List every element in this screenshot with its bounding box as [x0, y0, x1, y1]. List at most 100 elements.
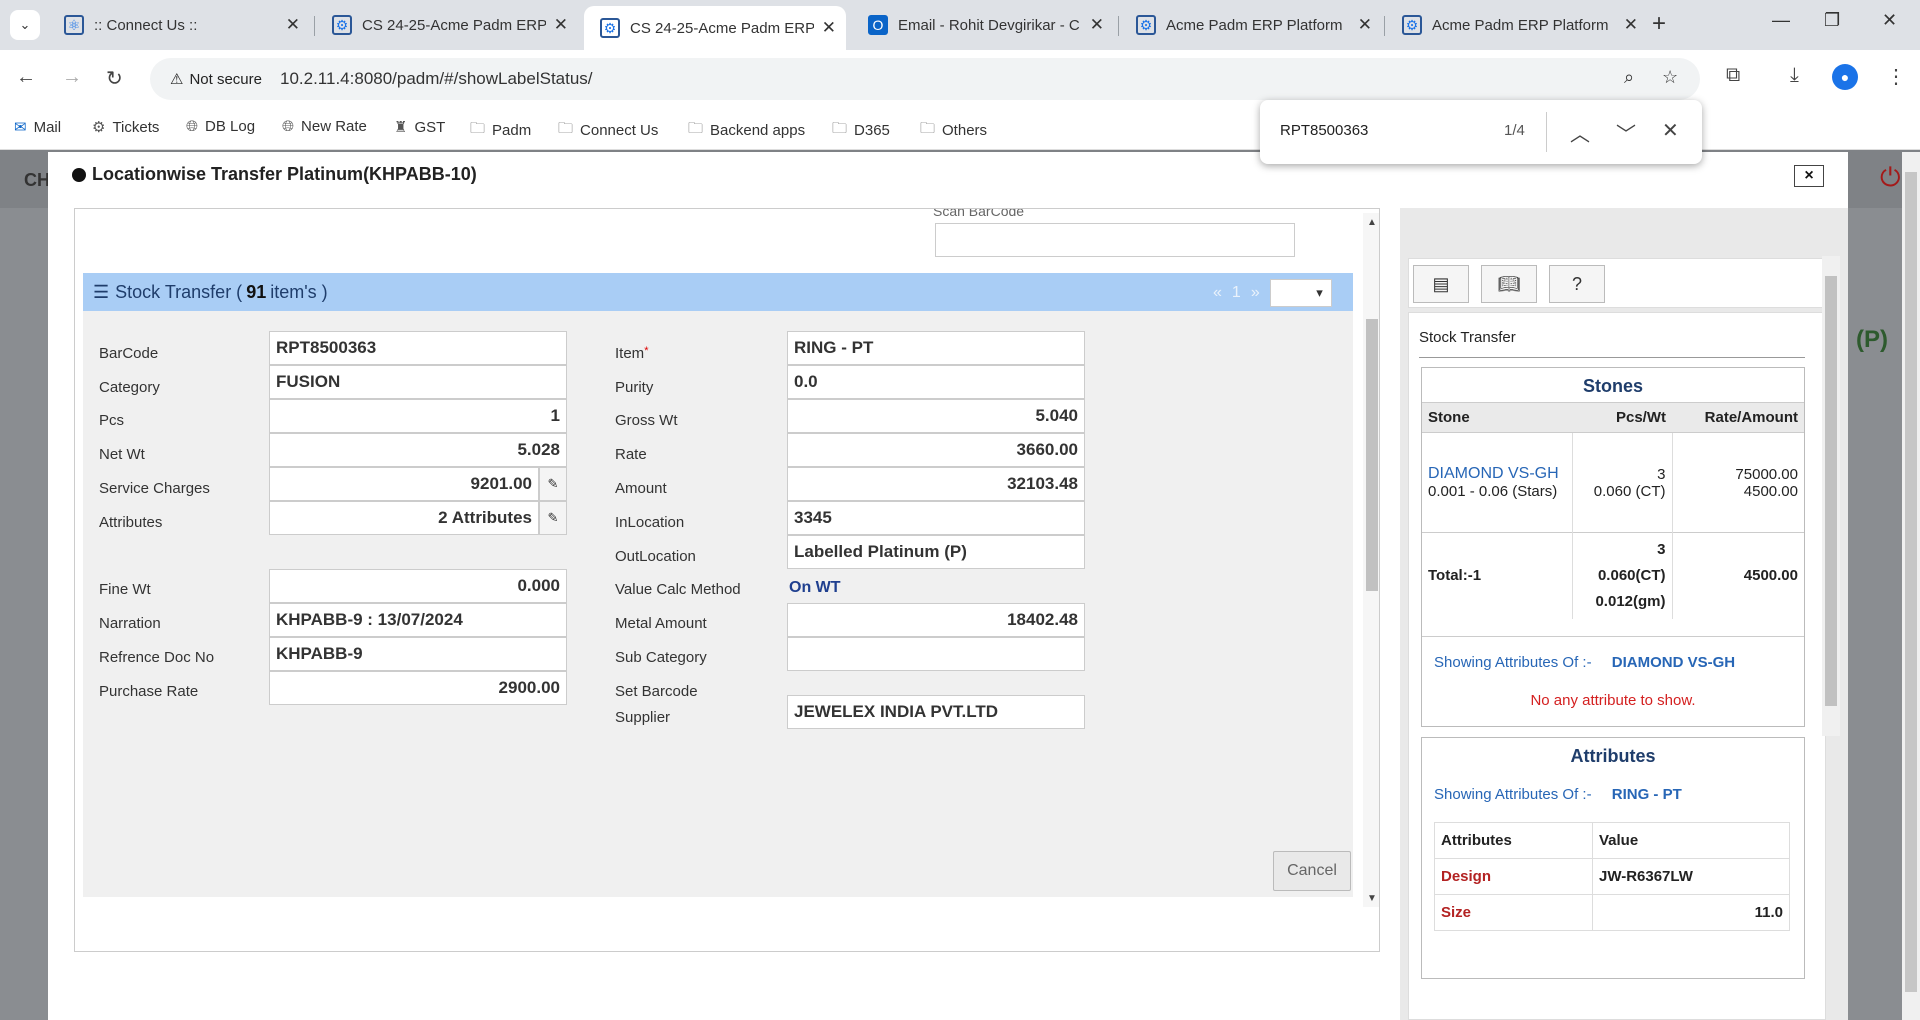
find-previous-chevron-up-icon[interactable]: ︿: [1570, 118, 1590, 147]
profile-avatar-icon[interactable]: ●: [1832, 64, 1858, 90]
tab-search-button[interactable]: ⌄: [10, 10, 40, 40]
book-tab[interactable]: 📖︎: [1481, 265, 1537, 303]
pager-next[interactable]: »: [1251, 284, 1260, 302]
new-tab-plus-icon[interactable]: +: [1652, 10, 1666, 38]
bookmark-gst[interactable]: ♜ GST: [394, 118, 445, 137]
scroll-up-icon[interactable]: ▲: [1367, 217, 1377, 228]
stock-transfer-panel: ☰ Stock Transfer ( 91 item's ) « 1 » ▾ B…: [83, 273, 1353, 897]
supplier-field[interactable]: JEWELEX INDIA PVT.LTD: [787, 695, 1085, 729]
service-charges-edit-button[interactable]: ✎: [539, 467, 567, 501]
close-tab-icon[interactable]: ✕: [822, 18, 836, 38]
bookmark-new-rate[interactable]: 🌐︎ New Rate: [282, 118, 367, 135]
back-arrow-icon[interactable]: ←: [16, 66, 36, 89]
in-location-field[interactable]: 3345: [787, 501, 1085, 535]
browser-tab-4[interactable]: O Email - Rohit Devgirikar - C ✕: [852, 6, 1114, 44]
minimize-icon[interactable]: —: [1772, 10, 1790, 31]
service-charges-field[interactable]: 9201.00: [269, 467, 539, 501]
tab-title: CS 24-25-Acme Padm ERP: [630, 19, 814, 37]
gross-wt-field[interactable]: 5.040: [787, 399, 1085, 433]
find-next-chevron-down-icon[interactable]: ﹀: [1616, 118, 1636, 147]
close-tab-icon[interactable]: ✕: [1624, 15, 1638, 35]
side-panel-scrollbar[interactable]: [1822, 256, 1840, 736]
attributes-label: Attributes: [99, 514, 163, 531]
cancel-button[interactable]: Cancel: [1273, 851, 1351, 891]
form-scrollbar[interactable]: ▲ ▼: [1363, 213, 1379, 907]
purity-field[interactable]: 0.0: [787, 365, 1085, 399]
extensions-puzzle-icon[interactable]: ⧉: [1726, 64, 1740, 87]
sub-category-field[interactable]: [787, 637, 1085, 671]
security-indicator[interactable]: ⚠ Not secure: [162, 64, 270, 94]
window-close-icon[interactable]: ✕: [1882, 10, 1897, 31]
address-bar[interactable]: ⚠ Not secure 10.2.11.4:8080/padm/#/showL…: [150, 58, 1700, 100]
forward-arrow-icon[interactable]: →: [62, 66, 82, 89]
background-header-text: CH: [24, 170, 50, 190]
emblem-icon: ♜: [394, 119, 408, 136]
bookmark-mail[interactable]: ✉ Mail: [14, 118, 61, 137]
close-tab-icon[interactable]: ✕: [554, 15, 568, 35]
item-field[interactable]: RING - PT: [787, 331, 1085, 365]
browser-tab-2[interactable]: ⚙ CS 24-25-Acme Padm ERP ✕: [316, 6, 578, 44]
bookmark-d365[interactable]: 🗀 D365: [832, 118, 890, 143]
close-tab-icon[interactable]: ✕: [286, 15, 300, 35]
attributes-field[interactable]: 2 Attributes: [269, 501, 539, 535]
category-field[interactable]: FUSION: [269, 365, 567, 399]
amount-field[interactable]: 32103.48: [787, 467, 1085, 501]
barcode-field[interactable]: RPT8500363: [269, 331, 567, 365]
reload-icon[interactable]: ↻: [106, 66, 123, 91]
page-size-select[interactable]: ▾: [1269, 279, 1332, 307]
attributes-edit-button[interactable]: ✎: [539, 501, 567, 535]
pcs-field[interactable]: 1: [269, 399, 567, 433]
rate-field[interactable]: 3660.00: [787, 433, 1085, 467]
reference-doc-field[interactable]: KHPABB-9: [269, 637, 567, 671]
find-close-icon[interactable]: ✕: [1662, 118, 1679, 143]
find-input[interactable]: RPT8500363: [1280, 122, 1368, 139]
pager-prev[interactable]: «: [1213, 284, 1222, 302]
edit-icon: ✎: [547, 510, 559, 525]
narration-field[interactable]: KHPABB-9 : 13/07/2024: [269, 603, 567, 637]
modal-close-button[interactable]: ×: [1794, 165, 1824, 187]
close-tab-icon[interactable]: ✕: [1090, 15, 1104, 35]
url-text[interactable]: 10.2.11.4:8080/padm/#/showLabelStatus/: [280, 69, 593, 89]
browser-tab-1[interactable]: ⚛ :: Connect Us :: ✕: [48, 6, 310, 44]
browser-tab-3-active[interactable]: ⚙ CS 24-25-Acme Padm ERP ✕: [584, 6, 846, 50]
bookmark-tickets[interactable]: ⚙ Tickets: [92, 118, 159, 137]
close-tab-icon[interactable]: ✕: [1358, 15, 1372, 35]
help-tab[interactable]: ?: [1549, 265, 1605, 303]
browser-menu-icon[interactable]: ⋮: [1886, 64, 1906, 89]
fine-wt-field[interactable]: 0.000: [269, 569, 567, 603]
browser-tab-5[interactable]: ⚙ Acme Padm ERP Platform ✕: [1120, 6, 1382, 44]
restore-icon[interactable]: ❐: [1824, 10, 1840, 31]
book-icon: 📖︎: [1497, 273, 1521, 294]
scan-barcode-input[interactable]: [935, 223, 1295, 257]
pager-page[interactable]: 1: [1232, 284, 1241, 302]
purchase-rate-label: Purchase Rate: [99, 683, 199, 700]
list-icon: ☰: [93, 281, 110, 302]
purchase-rate-field[interactable]: 2900.00: [269, 671, 567, 705]
side-panel-tabs: ▤ 📖︎ ?: [1408, 258, 1834, 308]
out-location-field[interactable]: Labelled Platinum (P): [787, 535, 1085, 569]
list-view-tab[interactable]: ▤: [1413, 265, 1469, 303]
table-row: Size 11.0: [1434, 894, 1790, 931]
page-scrollbar[interactable]: [1902, 152, 1920, 1020]
bookmark-star-icon[interactable]: ☆: [1662, 67, 1678, 88]
bookmark-connect-us[interactable]: 🗀 Connect Us: [558, 118, 658, 143]
bookmark-backend-apps[interactable]: 🗀 Backend apps: [688, 118, 805, 143]
in-location-label: InLocation: [615, 514, 685, 531]
stone-link[interactable]: DIAMOND VS-GH: [1428, 465, 1566, 483]
bookmark-db-log[interactable]: 🌐︎ DB Log: [186, 118, 255, 135]
tab-title: Acme Padm ERP Platform: [1166, 16, 1343, 34]
outlook-icon: ✉: [14, 119, 27, 136]
download-icon[interactable]: ⤓: [1790, 64, 1799, 87]
metal-amount-label: Metal Amount: [615, 615, 707, 632]
bookmark-others[interactable]: 🗀 Others: [920, 118, 987, 143]
folder-icon: 🗀: [558, 120, 574, 137]
browser-tab-6[interactable]: ⚙ Acme Padm ERP Platform ✕: [1386, 6, 1648, 44]
metal-amount-field[interactable]: 18402.48: [787, 603, 1085, 637]
net-wt-field[interactable]: 5.028: [269, 433, 567, 467]
bullet-icon: [72, 167, 86, 182]
find-bar: RPT8500363 1/4 ︿ ﹀ ✕: [1260, 100, 1702, 164]
find-in-page-icon[interactable]: ⌕: [1624, 67, 1634, 88]
item-label: Item*: [615, 345, 649, 362]
bookmark-padm[interactable]: 🗀 Padm: [470, 118, 531, 143]
scroll-down-icon[interactable]: ▼: [1367, 893, 1377, 904]
